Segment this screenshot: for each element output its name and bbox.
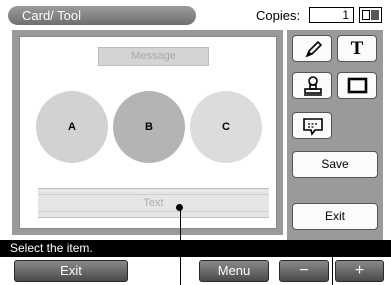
speech-bubble-icon <box>303 118 323 136</box>
text-field-line <box>38 194 269 195</box>
message-field[interactable]: Message <box>98 47 209 66</box>
stamp-icon <box>304 76 322 96</box>
save-button[interactable]: Save <box>292 151 378 178</box>
photo-slot-c[interactable]: C <box>190 91 262 163</box>
exit-tool-button[interactable]: Exit <box>292 203 378 230</box>
text-tool-button[interactable]: T <box>337 35 377 62</box>
copies-toggle-icon[interactable] <box>359 7 382 23</box>
photo-slot-b[interactable]: B <box>113 91 185 163</box>
copies-label: Copies: <box>256 8 301 23</box>
frame-icon <box>347 77 368 94</box>
frame-tool-button[interactable] <box>337 72 377 99</box>
text-field[interactable]: Text <box>38 188 269 218</box>
message-tool-button[interactable] <box>292 112 332 139</box>
callout-dot <box>176 204 183 211</box>
copies-field[interactable]: 1 <box>309 7 354 23</box>
photo-slot-a[interactable]: A <box>36 91 108 163</box>
status-message: Select the item. <box>0 240 391 257</box>
screen-title: Card/ Tool <box>8 6 196 25</box>
text-icon: T <box>350 38 364 59</box>
exit-button[interactable]: Exit <box>14 260 128 282</box>
pen-tool-button[interactable] <box>292 35 332 62</box>
pen-icon <box>305 40 323 58</box>
stamp-tool-button[interactable] <box>292 72 332 99</box>
text-field-line <box>38 211 269 212</box>
plus-button[interactable]: + <box>335 260 384 282</box>
menu-button[interactable]: Menu <box>199 260 269 282</box>
minus-button[interactable]: − <box>279 260 329 282</box>
